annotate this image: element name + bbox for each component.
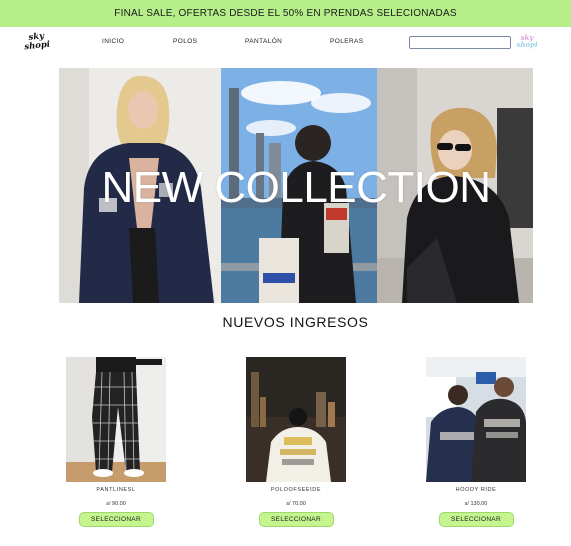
product-card: PANTLINESL s/ 90.00 SELECCIONAR [66, 357, 166, 527]
product-image-pants [66, 357, 166, 482]
nav-link-poleras[interactable]: POLERAS [330, 38, 364, 45]
product-image[interactable] [66, 357, 166, 482]
nav-link-inicio[interactable]: INICIO [102, 38, 124, 45]
hero-banner[interactable]: NEW COLLECTION [59, 68, 533, 303]
product-price: s/ 90.00 [106, 501, 126, 507]
nav-link-polos[interactable]: POLOS [173, 38, 197, 45]
product-card: POLOOFSEEIDE s/ 70.00 SELECCIONAR [246, 357, 346, 527]
product-image-hoodie [426, 357, 526, 482]
product-name: HOODY RIDE [455, 487, 497, 493]
select-button[interactable]: SELECCIONAR [258, 512, 334, 527]
secondary-logo[interactable]: sky shopi [513, 34, 541, 52]
logo-bottom-text: shopi [23, 39, 51, 52]
top-navigation: sky shopi INICIO POLOS PANTALÓN POLERAS … [0, 27, 571, 59]
select-button[interactable]: SELECCIONAR [78, 512, 154, 527]
nav-link-pantalon[interactable]: PANTALÓN [245, 38, 282, 45]
site-logo[interactable]: sky shopi [19, 31, 55, 56]
product-name: POLOOFSEEIDE [270, 487, 322, 493]
product-price: s/ 130.00 [464, 501, 488, 507]
section-title: NUEVOS INGRESOS [222, 314, 369, 330]
promo-text: FINAL SALE, OFERTAS DESDE EL 50% EN PREN… [114, 8, 457, 19]
select-button[interactable]: SELECCIONAR [438, 512, 514, 527]
hero-title: NEW COLLECTION [101, 163, 491, 212]
search-input[interactable] [409, 36, 511, 49]
promo-banner: FINAL SALE, OFERTAS DESDE EL 50% EN PREN… [0, 0, 571, 27]
product-image-tshirt [246, 357, 346, 482]
product-image[interactable] [246, 357, 346, 482]
product-price: s/ 70.00 [286, 501, 306, 507]
product-image[interactable] [426, 357, 526, 482]
secondary-logo-bottom: shopi [516, 40, 538, 49]
product-card: HOODY RIDE s/ 130.00 SELECCIONAR [426, 357, 526, 527]
product-name: PANTLINESL [96, 487, 136, 493]
